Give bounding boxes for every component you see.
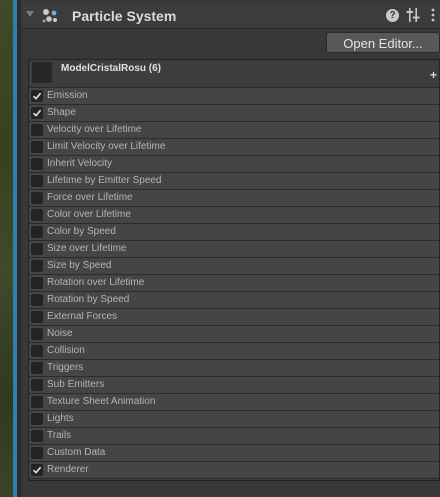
module-label: Trails bbox=[47, 430, 72, 441]
main-module-thumbnail bbox=[32, 62, 52, 83]
module-row[interactable]: Force over Lifetime bbox=[29, 190, 439, 207]
module-checkbox[interactable] bbox=[31, 124, 43, 136]
module-row[interactable]: Noise bbox=[29, 326, 439, 343]
module-label: External Forces bbox=[47, 311, 118, 322]
module-row[interactable]: Shape bbox=[29, 105, 439, 122]
module-checkbox[interactable] bbox=[31, 362, 43, 374]
module-label: Custom Data bbox=[47, 447, 106, 458]
module-checkbox[interactable] bbox=[31, 328, 43, 340]
component-header[interactable]: Particle System ? bbox=[21, 4, 440, 29]
module-label: Velocity over Lifetime bbox=[47, 124, 142, 135]
kebab-menu-icon[interactable] bbox=[430, 7, 436, 23]
checkmark-icon bbox=[32, 92, 42, 100]
module-label: Size over Lifetime bbox=[47, 243, 127, 254]
module-label: Rotation by Speed bbox=[47, 294, 130, 305]
checkmark-icon bbox=[32, 109, 42, 117]
particle-system-icon bbox=[42, 9, 57, 23]
module-row[interactable]: Texture Sheet Animation bbox=[29, 394, 439, 411]
scene-view-edge bbox=[0, 0, 13, 497]
module-checkbox[interactable] bbox=[31, 260, 43, 272]
module-row[interactable]: Rotation over Lifetime bbox=[29, 275, 439, 292]
module-label: Limit Velocity over Lifetime bbox=[47, 141, 166, 152]
module-label: Renderer bbox=[47, 464, 89, 475]
main-module-header[interactable]: ModelCristalRosu (6) + bbox=[29, 60, 439, 88]
module-checkbox[interactable] bbox=[31, 294, 43, 306]
module-label: Lights bbox=[47, 413, 74, 424]
module-row[interactable]: External Forces bbox=[29, 309, 439, 326]
module-checkbox[interactable] bbox=[31, 345, 43, 357]
module-row[interactable]: Limit Velocity over Lifetime bbox=[29, 139, 439, 156]
module-row[interactable]: Emission bbox=[29, 88, 439, 105]
module-row[interactable]: Custom Data bbox=[29, 445, 439, 462]
module-checkbox[interactable] bbox=[31, 464, 43, 476]
module-checkbox[interactable] bbox=[31, 277, 43, 289]
particle-system-component: Particle System ? Open Editor... ModelCr… bbox=[21, 0, 440, 497]
module-label: Inherit Velocity bbox=[47, 158, 113, 169]
module-label: Rotation over Lifetime bbox=[47, 277, 145, 288]
triangle-down-icon[interactable] bbox=[26, 11, 34, 17]
module-row[interactable]: Color by Speed bbox=[29, 224, 439, 241]
module-checkbox[interactable] bbox=[31, 447, 43, 459]
module-checkbox[interactable] bbox=[31, 107, 43, 119]
module-row[interactable]: Color over Lifetime bbox=[29, 207, 439, 224]
checkmark-icon bbox=[32, 466, 42, 474]
module-checkbox[interactable] bbox=[31, 413, 43, 425]
inspector-root: Particle System ? Open Editor... ModelCr… bbox=[0, 0, 440, 497]
module-label: Force over Lifetime bbox=[47, 192, 133, 203]
module-checkbox[interactable] bbox=[31, 90, 43, 102]
module-row[interactable]: Inherit Velocity bbox=[29, 156, 439, 173]
module-label: Triggers bbox=[47, 362, 84, 373]
module-row[interactable]: Size by Speed bbox=[29, 258, 439, 275]
module-row[interactable]: Collision bbox=[29, 343, 439, 360]
module-label: Emission bbox=[47, 90, 88, 101]
module-label: Sub Emitters bbox=[47, 379, 105, 390]
module-checkbox[interactable] bbox=[31, 396, 43, 408]
module-checkbox[interactable] bbox=[31, 158, 43, 170]
module-row[interactable]: Size over Lifetime bbox=[29, 241, 439, 258]
module-row[interactable]: Velocity over Lifetime bbox=[29, 122, 439, 139]
module-rows: Emission Shape Velocity over Lifetime Limit… bbox=[29, 88, 439, 479]
plus-icon[interactable]: + bbox=[430, 69, 437, 81]
module-row[interactable]: Sub Emitters bbox=[29, 377, 439, 394]
module-label: Color over Lifetime bbox=[47, 209, 131, 220]
preset-sliders-icon[interactable] bbox=[406, 7, 420, 23]
module-checkbox[interactable] bbox=[31, 192, 43, 204]
module-label: Size by Speed bbox=[47, 260, 112, 271]
module-checkbox[interactable] bbox=[31, 175, 43, 187]
module-checkbox[interactable] bbox=[31, 379, 43, 391]
module-checkbox[interactable] bbox=[31, 226, 43, 238]
module-list: ModelCristalRosu (6) + Emission Shape Velo… bbox=[28, 59, 440, 481]
module-row[interactable]: Trails bbox=[29, 428, 439, 445]
help-icon[interactable]: ? bbox=[386, 9, 399, 22]
module-checkbox[interactable] bbox=[31, 243, 43, 255]
module-label: Color by Speed bbox=[47, 226, 116, 237]
module-checkbox[interactable] bbox=[31, 430, 43, 442]
module-row[interactable]: Triggers bbox=[29, 360, 439, 377]
module-checkbox[interactable] bbox=[31, 209, 43, 221]
main-module-label: ModelCristalRosu (6) bbox=[61, 63, 162, 74]
module-checkbox[interactable] bbox=[31, 311, 43, 323]
open-editor-button[interactable]: Open Editor... bbox=[326, 32, 440, 53]
module-row[interactable]: Lights bbox=[29, 411, 439, 428]
module-row[interactable]: Renderer bbox=[29, 462, 439, 479]
module-label: Collision bbox=[47, 345, 85, 356]
module-label: Noise bbox=[47, 328, 73, 339]
component-title: Particle System bbox=[72, 8, 177, 24]
inspector-footer bbox=[21, 485, 440, 497]
module-row[interactable]: Rotation by Speed bbox=[29, 292, 439, 309]
module-label: Texture Sheet Animation bbox=[47, 396, 156, 407]
module-label: Lifetime by Emitter Speed bbox=[47, 175, 162, 186]
module-label: Shape bbox=[47, 107, 76, 118]
module-checkbox[interactable] bbox=[31, 141, 43, 153]
module-row[interactable]: Lifetime by Emitter Speed bbox=[29, 173, 439, 190]
